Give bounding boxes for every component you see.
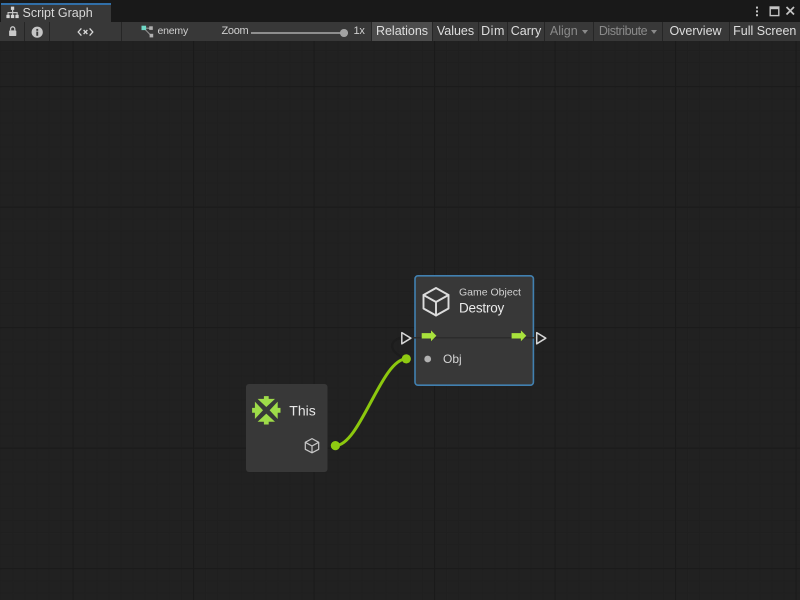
svg-text:Destroy: Destroy (459, 300, 505, 315)
svg-text:Game Object: Game Object (459, 287, 521, 299)
svg-text:Obj: Obj (443, 352, 462, 366)
svg-text:This: This (289, 403, 315, 419)
